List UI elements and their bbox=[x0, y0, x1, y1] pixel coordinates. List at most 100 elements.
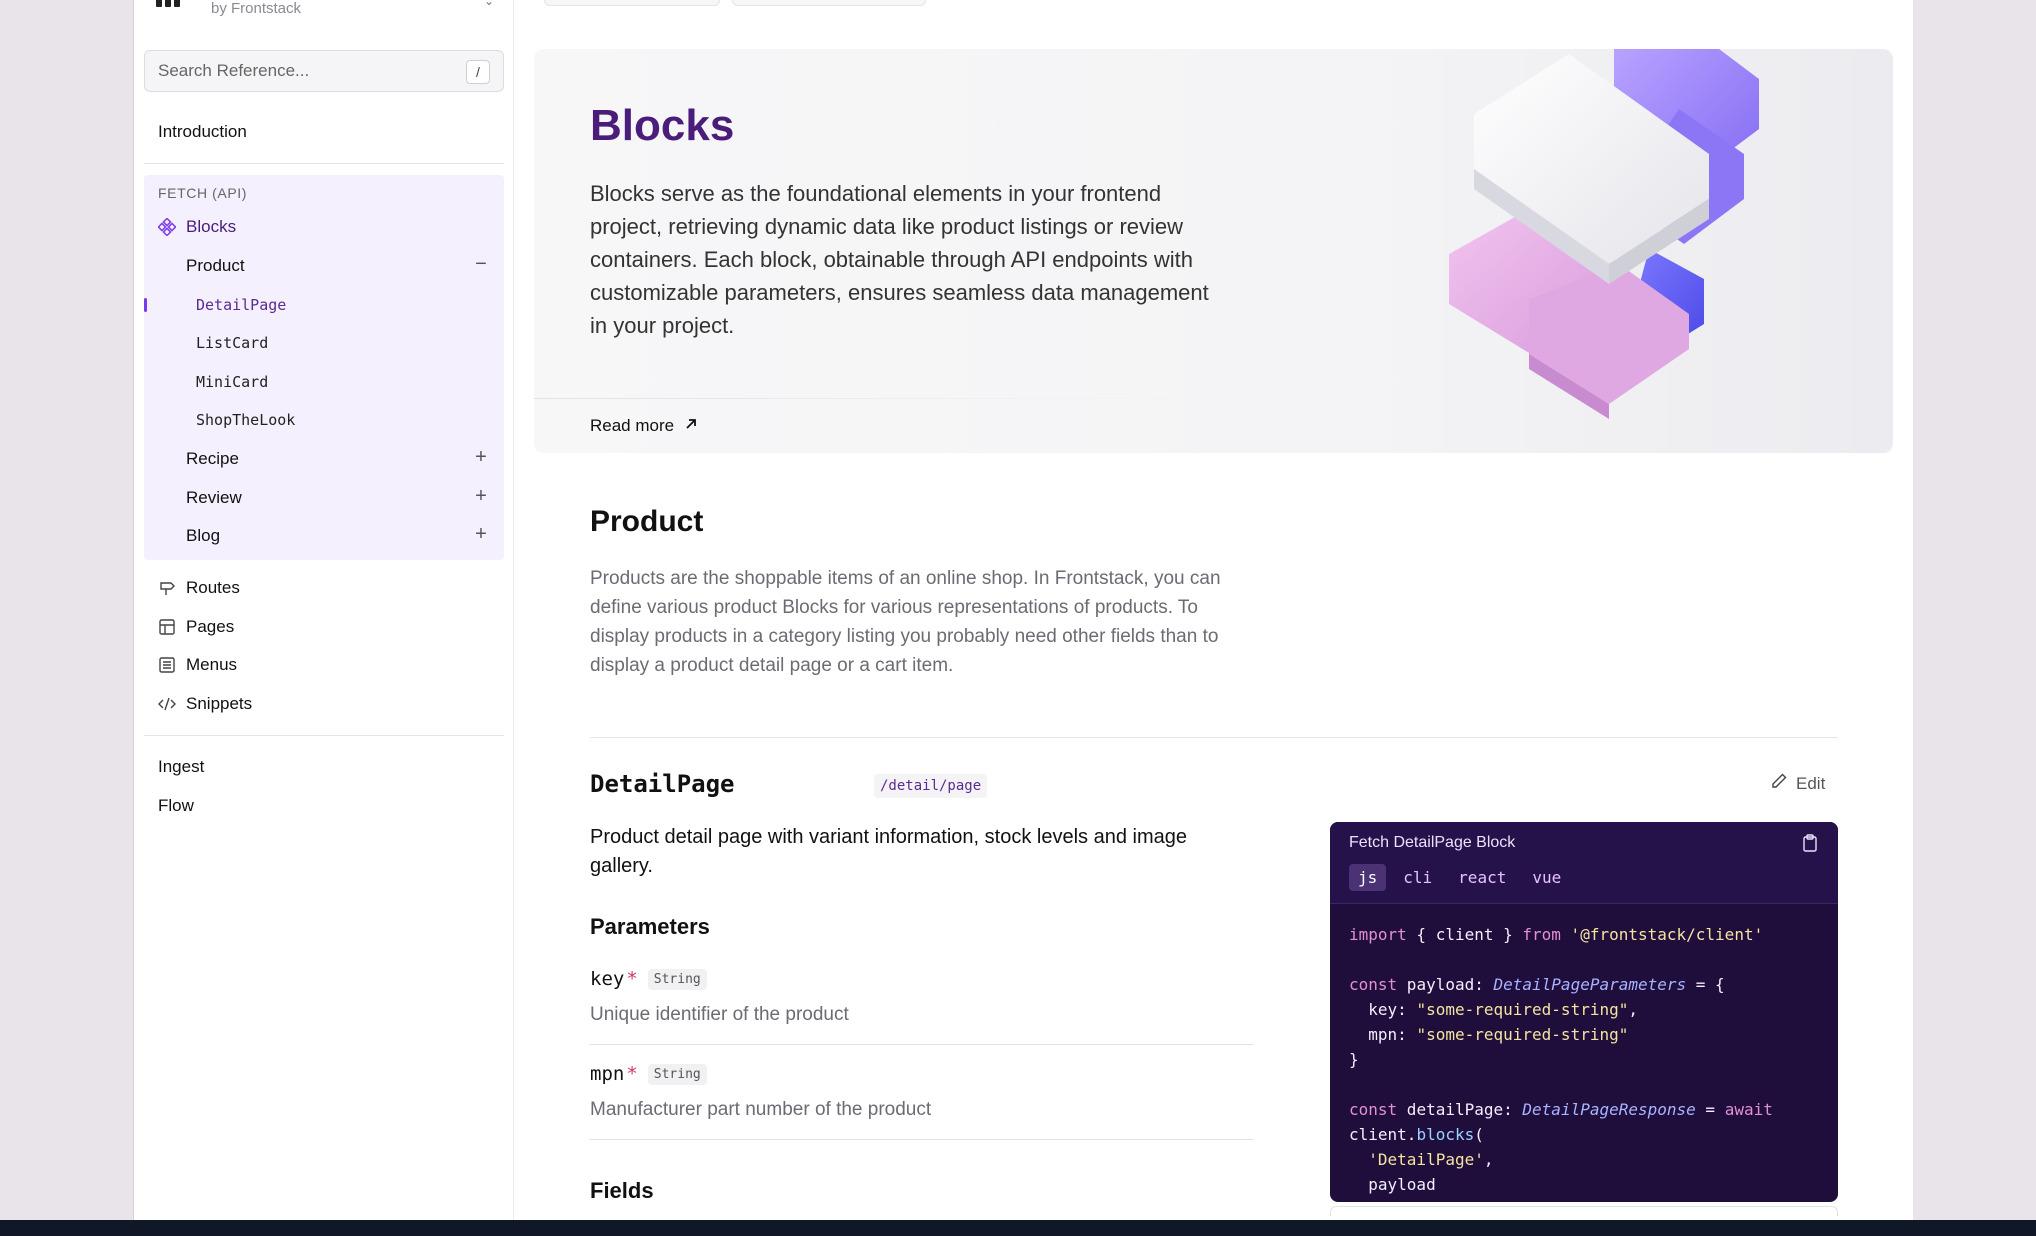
edit-label: Edit bbox=[1796, 773, 1826, 793]
block-description: Product detail page with variant informa… bbox=[590, 826, 1187, 877]
parameter-row: key * String Unique identifier of the pr… bbox=[590, 968, 1254, 1045]
sidebar-item-review[interactable]: Review bbox=[186, 488, 242, 508]
code-token: 'DetailPage' bbox=[1349, 1150, 1484, 1169]
code-token: payload: bbox=[1397, 975, 1494, 994]
frontstack-logo[interactable] bbox=[156, 0, 188, 7]
blocks-illustration bbox=[1419, 49, 1839, 439]
tab-vue[interactable]: vue bbox=[1523, 864, 1570, 891]
parameter-divider bbox=[590, 1044, 1254, 1045]
next-code-panel-edge bbox=[1330, 1206, 1838, 1216]
expand-icon[interactable]: + bbox=[471, 446, 491, 469]
signpost-icon bbox=[158, 579, 176, 597]
parameter-name: key * String bbox=[590, 968, 1254, 990]
section-divider bbox=[590, 737, 1838, 738]
pencil-icon bbox=[1770, 772, 1796, 795]
parameter-name-text: mpn bbox=[590, 1063, 625, 1085]
code-icon bbox=[158, 695, 176, 713]
code-line: const payload: DetailPageParameters = { bbox=[1349, 972, 1828, 997]
expand-icon[interactable]: + bbox=[471, 523, 491, 546]
sidebar: by Frontstack ⌄ / Introduction FETCH (AP… bbox=[134, 0, 514, 1220]
code-token: key: bbox=[1349, 1000, 1417, 1019]
block-path-badge: /detail/page bbox=[874, 774, 988, 798]
sidebar-item-shopthelook[interactable]: ShopTheLook bbox=[196, 411, 295, 429]
taskbar bbox=[0, 1220, 2036, 1236]
code-snippet[interactable]: import { client } from '@frontstack/clie… bbox=[1349, 922, 1828, 1197]
blocks-icon bbox=[158, 218, 176, 236]
parameter-divider bbox=[590, 1139, 1254, 1140]
section-description: Products are the shoppable items of an o… bbox=[590, 568, 1221, 676]
sidebar-item-introduction[interactable]: Introduction bbox=[158, 122, 247, 142]
parameters-heading: Parameters bbox=[590, 914, 710, 939]
search-input[interactable] bbox=[158, 51, 458, 91]
clipboard-icon[interactable] bbox=[1802, 834, 1818, 857]
top-tab[interactable] bbox=[544, 0, 720, 6]
read-more-link[interactable]: Read more bbox=[590, 416, 698, 436]
sidebar-item-menus[interactable]: Menus bbox=[158, 655, 237, 675]
sidebar-item-listcard[interactable]: ListCard bbox=[196, 334, 268, 352]
code-token: "some-required-string" bbox=[1416, 1025, 1629, 1044]
sidebar-item-label: Pages bbox=[186, 617, 235, 636]
sidebar-item-ingest[interactable]: Ingest bbox=[158, 757, 204, 777]
code-token: from bbox=[1522, 925, 1561, 944]
app-window: by Frontstack ⌄ / Introduction FETCH (AP… bbox=[133, 0, 1913, 1220]
fields-heading: Fields bbox=[590, 1178, 654, 1203]
code-line: key: "some-required-string", bbox=[1349, 997, 1828, 1022]
hero-description: Blocks serve as the foundational element… bbox=[590, 181, 1209, 338]
chevron-down-icon[interactable]: ⌄ bbox=[484, 0, 494, 8]
arrow-up-right-icon bbox=[684, 416, 698, 436]
page-title: Blocks bbox=[590, 101, 735, 150]
sidebar-item-product[interactable]: Product bbox=[186, 256, 245, 276]
required-marker: * bbox=[626, 1063, 638, 1085]
sidebar-item-label: Menus bbox=[186, 655, 238, 674]
brand-byline: by Frontstack bbox=[211, 0, 302, 17]
parameter-name: mpn * String bbox=[590, 1063, 1254, 1085]
code-token: { client } bbox=[1406, 925, 1523, 944]
parameter-name-text: key bbox=[590, 968, 625, 990]
hero-divider bbox=[534, 398, 1174, 399]
code-token: await bbox=[1724, 1100, 1773, 1119]
expand-icon[interactable]: + bbox=[471, 485, 491, 508]
parameter-type-badge: String bbox=[647, 1063, 707, 1085]
sidebar-item-label: Blocks bbox=[186, 217, 237, 236]
sidebar-item-pages[interactable]: Pages bbox=[158, 617, 234, 637]
sidebar-item-detailpage[interactable]: DetailPage bbox=[196, 296, 286, 314]
parameter-type-badge: String bbox=[647, 968, 707, 990]
hero-card: Blocks Blocks serve as the foundational … bbox=[534, 49, 1893, 453]
parameter-description: Manufacturer part number of the product bbox=[590, 1099, 932, 1120]
search-box[interactable]: / bbox=[144, 50, 504, 92]
active-indicator bbox=[144, 298, 147, 312]
sidebar-item-label: Routes bbox=[186, 578, 240, 597]
search-shortcut-key: / bbox=[466, 60, 490, 84]
read-more-label: Read more bbox=[590, 416, 675, 435]
code-token: const bbox=[1349, 975, 1398, 994]
sidebar-item-snippets[interactable]: Snippets bbox=[158, 694, 252, 714]
code-token: ( bbox=[1474, 1125, 1484, 1144]
group-label-fetch-api: FETCH (API) bbox=[158, 185, 248, 201]
code-token: , bbox=[1483, 1150, 1494, 1169]
sidebar-divider bbox=[144, 163, 504, 164]
tab-react[interactable]: react bbox=[1449, 864, 1515, 891]
code-line: payload bbox=[1349, 1172, 1828, 1197]
sidebar-item-recipe[interactable]: Recipe bbox=[186, 449, 239, 469]
block-name: DetailPage bbox=[590, 770, 735, 798]
tab-js[interactable]: js bbox=[1349, 864, 1387, 891]
tab-cli[interactable]: cli bbox=[1394, 864, 1441, 891]
sidebar-item-flow[interactable]: Flow bbox=[158, 796, 194, 816]
sidebar-item-minicard[interactable]: MiniCard bbox=[196, 373, 268, 391]
code-token: blocks bbox=[1416, 1125, 1475, 1144]
collapse-icon[interactable]: − bbox=[471, 253, 491, 276]
code-panel: Fetch DetailPage Block js cli react vue … bbox=[1330, 822, 1838, 1202]
layout-icon bbox=[158, 618, 176, 636]
sidebar-item-blog[interactable]: Blog bbox=[186, 526, 220, 546]
top-tab[interactable] bbox=[732, 0, 926, 6]
code-token: detailPage: bbox=[1397, 1100, 1523, 1119]
edit-button[interactable]: Edit bbox=[1770, 772, 1825, 795]
parameter-row: mpn * String Manufacturer part number of… bbox=[590, 1063, 1254, 1140]
required-marker: * bbox=[626, 968, 638, 990]
sidebar-item-routes[interactable]: Routes bbox=[158, 578, 240, 598]
code-token: } bbox=[1349, 1050, 1359, 1069]
list-icon bbox=[158, 656, 176, 674]
sidebar-item-blocks[interactable]: Blocks bbox=[158, 217, 236, 237]
